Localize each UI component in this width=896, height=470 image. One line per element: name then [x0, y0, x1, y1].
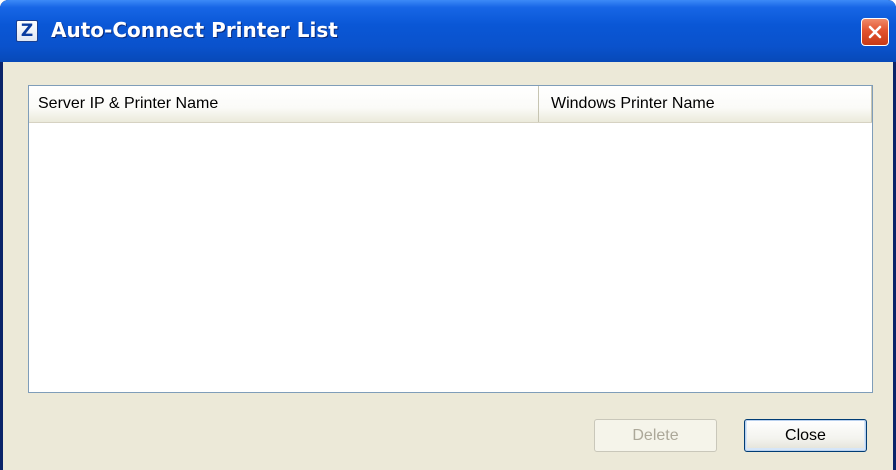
column-header-windows-printer-name[interactable]: Windows Printer Name [539, 86, 872, 122]
close-button[interactable]: Close [744, 419, 867, 452]
list-body[interactable] [29, 123, 872, 392]
app-icon: Z [16, 20, 38, 42]
list-header: Server IP & Printer Name Windows Printer… [29, 86, 872, 123]
dialog-client-area: Server IP & Printer Name Windows Printer… [3, 62, 893, 470]
delete-button[interactable]: Delete [594, 419, 717, 452]
window-title: Auto-Connect Printer List [51, 18, 338, 42]
x-glyph-icon [868, 25, 882, 39]
close-x-icon[interactable] [861, 18, 889, 46]
printer-list[interactable]: Server IP & Printer Name Windows Printer… [28, 85, 873, 393]
title-bar[interactable]: Z Auto-Connect Printer List [0, 0, 896, 62]
dialog-window: Z Auto-Connect Printer List Server IP & … [0, 0, 896, 470]
column-header-server-ip-printer-name[interactable]: Server IP & Printer Name [29, 86, 539, 122]
